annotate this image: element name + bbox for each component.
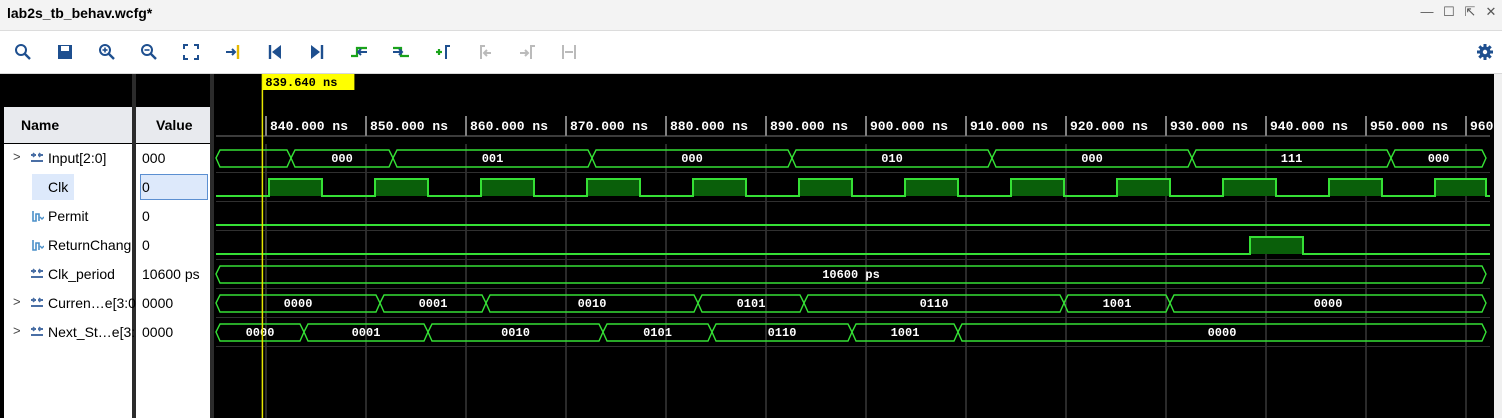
signal-row-1[interactable]: Clk [4, 173, 132, 201]
save-icon[interactable] [54, 41, 76, 63]
signal-value: 0000 [142, 324, 174, 340]
value-column-header[interactable]: Value [136, 107, 210, 143]
signal-row-5[interactable]: > Curren…e[3:0 [4, 289, 136, 317]
signal-value-row-5[interactable]: 0000 [136, 289, 210, 317]
add-marker-icon[interactable] [432, 41, 454, 63]
signal-name: ReturnChang [48, 237, 132, 253]
vertical-scrollbar[interactable] [1494, 74, 1502, 418]
signal-value: 10600 ps [142, 266, 200, 282]
signal-row-6[interactable]: > Next_St…e[3: [4, 318, 136, 346]
signal-value-row-3[interactable]: 0 [136, 231, 210, 259]
bit-signal-icon [30, 209, 45, 223]
signal-value: 0 [142, 237, 150, 253]
bus-signal-icon [30, 325, 44, 339]
swap-cursors-icon[interactable] [558, 41, 580, 63]
signal-row-4[interactable]: Clk_period [4, 260, 132, 288]
gear-icon[interactable] [1474, 41, 1496, 63]
signal-value-row-6[interactable]: 0000 [136, 318, 210, 346]
signal-value: 0 [142, 208, 150, 224]
signal-name: Permit [48, 208, 89, 224]
next-marker-icon[interactable] [516, 41, 538, 63]
next-transition-icon[interactable] [390, 41, 412, 63]
signal-name: Input[2:0] [48, 150, 107, 166]
expand-chevron-icon[interactable]: > [13, 149, 21, 164]
maximize-icon[interactable]: ☐ [1440, 4, 1458, 20]
minimize-icon[interactable]: — [1418, 4, 1436, 19]
signal-name: Next_St…e[3: [48, 324, 136, 340]
window-title: lab2s_tb_behav.wcfg* [7, 5, 153, 21]
float-icon[interactable]: ⇱ [1461, 4, 1479, 20]
close-icon[interactable]: ✕ [1482, 4, 1500, 20]
title-bar: lab2s_tb_behav.wcfg* — ☐ ⇱ ✕ [0, 0, 1502, 31]
name-column-header[interactable]: Name [4, 107, 132, 143]
bus-signal-icon [30, 267, 44, 281]
search-icon[interactable] [12, 41, 34, 63]
signal-value-row-2[interactable]: 0 [136, 202, 210, 230]
goto-end-icon[interactable] [306, 41, 328, 63]
zoom-in-icon[interactable] [96, 41, 118, 63]
bit-signal-icon [30, 238, 45, 252]
bus-signal-icon [30, 151, 44, 165]
zoom-fit-icon[interactable] [180, 41, 202, 63]
goto-start-icon[interactable] [264, 41, 286, 63]
bus-signal-icon [30, 296, 44, 310]
signal-value-row-1[interactable]: 0 [136, 173, 210, 201]
signal-value-row-0[interactable]: 000 [136, 144, 210, 172]
signal-value: 0000 [142, 295, 174, 311]
zoom-out-icon[interactable] [138, 41, 160, 63]
waveform-toolbar [0, 31, 1502, 74]
goto-cursor-icon[interactable] [222, 41, 244, 63]
signal-name: Clk_period [48, 266, 115, 282]
signal-value: 0 [142, 179, 150, 195]
expand-chevron-icon[interactable]: > [13, 294, 21, 309]
signal-name: Clk [48, 179, 69, 195]
previous-transition-icon[interactable] [348, 41, 370, 63]
signal-row-3[interactable]: ReturnChang [4, 231, 132, 259]
selected-value-box [140, 174, 208, 200]
signal-value-row-4[interactable]: 10600 ps [136, 260, 210, 288]
signal-row-0[interactable]: > Input[2:0] [4, 144, 132, 172]
signal-value: 000 [142, 150, 166, 166]
waveform-background [0, 74, 1502, 418]
signal-row-2[interactable]: Permit [4, 202, 132, 230]
previous-marker-icon[interactable] [474, 41, 496, 63]
expand-chevron-icon[interactable]: > [13, 323, 21, 338]
signal-name: Curren…e[3:0 [48, 295, 136, 311]
